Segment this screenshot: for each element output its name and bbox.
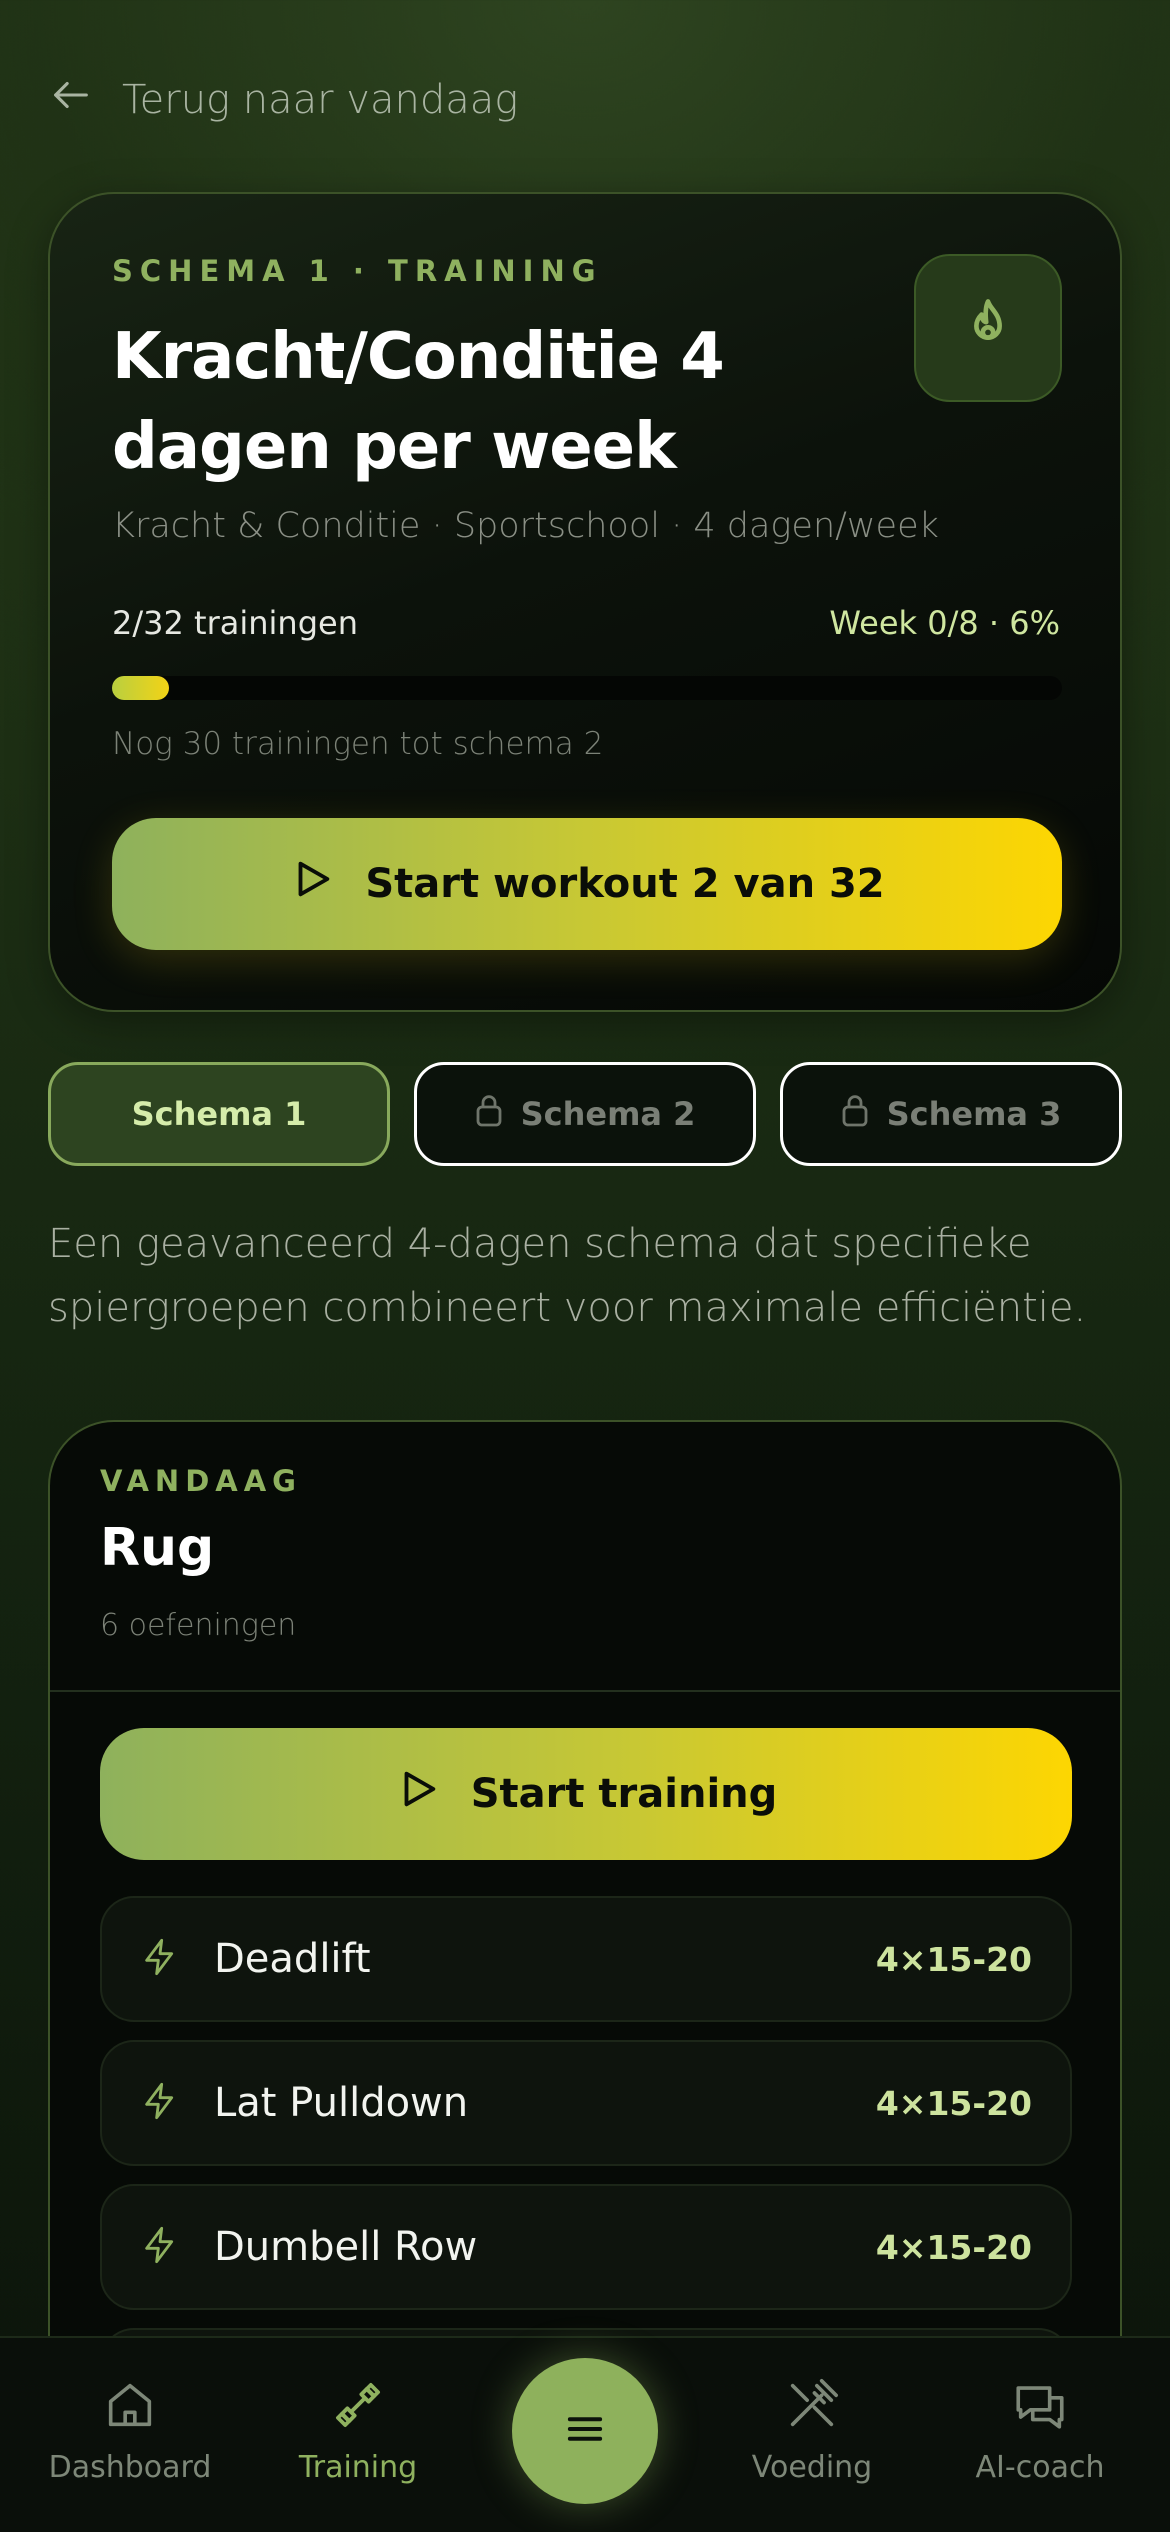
nav-dashboard[interactable]: Dashboard (20, 2376, 240, 2496)
tab-label: Schema 1 (131, 1095, 307, 1133)
menu-icon (559, 2403, 611, 2459)
exercise-name: Dumbell Row (214, 2224, 478, 2270)
bottom-navigation: Dashboard Training Voeding AI-coach (0, 2336, 1170, 2532)
progress-bar (112, 676, 1062, 700)
exercise-count: 6 oefeningen (100, 1608, 297, 1643)
schema-tabs: Schema 1 Schema 2 Schema 3 (48, 1062, 1122, 1166)
start-workout-button[interactable]: Start workout 2 van 32 (112, 818, 1062, 950)
lock-icon (841, 1093, 869, 1135)
program-subtitle: Kracht & Conditie · Sportschool · 4 dage… (112, 506, 939, 546)
chat-icon (1011, 2376, 1069, 2442)
home-icon (101, 2376, 159, 2442)
exercise-item[interactable]: Lat Pulldown 4×15-20 (100, 2040, 1072, 2166)
progress-bar-fill (112, 676, 169, 700)
today-title: Rug (100, 1518, 215, 1578)
nav-training[interactable]: Training (248, 2376, 468, 2496)
nav-voeding[interactable]: Voeding (702, 2376, 922, 2496)
exercise-item[interactable]: Deadlift 4×15-20 (100, 1896, 1072, 2022)
lightning-icon (140, 1935, 180, 1983)
tab-schema-1[interactable]: Schema 1 (48, 1062, 390, 1166)
exercise-sets: 4×15-20 (875, 1939, 1032, 1979)
back-link-label: Terug naar vandaag (122, 77, 519, 123)
nav-ai-coach[interactable]: AI-coach (930, 2376, 1150, 2496)
arrow-left-icon (48, 72, 94, 128)
progress-week: Week 0/8 · 6% (829, 604, 1060, 642)
exercise-name: Deadlift (214, 1936, 371, 1982)
lightning-icon (140, 2079, 180, 2127)
exercise-sets: 4×15-20 (875, 2083, 1032, 2123)
nav-label: AI-coach (975, 2450, 1105, 2485)
exercise-name: Lat Pulldown (214, 2080, 469, 2126)
program-hero-card: SCHEMA 1 · TRAINING Kracht/Conditie 4 da… (48, 192, 1122, 1012)
progress-count: 2/32 trainingen (112, 604, 358, 642)
tab-schema-2[interactable]: Schema 2 (414, 1062, 756, 1166)
back-to-today-link[interactable]: Terug naar vandaag (48, 70, 518, 130)
exercise-sets: 4×15-20 (875, 2227, 1032, 2267)
play-icon (395, 1766, 441, 1822)
schema-description: Een geavanceerd 4-dagen schema dat speci… (48, 1221, 1087, 1331)
start-training-button[interactable]: Start training (100, 1728, 1072, 1860)
fire-icon (957, 295, 1019, 361)
start-training-label: Start training (470, 1771, 778, 1817)
nav-label: Training (298, 2450, 418, 2485)
nav-label: Dashboard (48, 2450, 212, 2485)
start-workout-label: Start workout 2 van 32 (365, 861, 885, 907)
tab-label: Schema 3 (886, 1095, 1062, 1133)
progress-note: Nog 30 trainingen tot schema 2 (112, 726, 604, 762)
program-title: Kracht/Conditie 4 dagen per week (112, 320, 725, 484)
fork-knife-icon (783, 2376, 841, 2442)
menu-button[interactable] (512, 2358, 658, 2504)
lock-icon (475, 1093, 503, 1135)
tab-label: Schema 2 (520, 1095, 696, 1133)
fire-badge (914, 254, 1062, 402)
tab-schema-3[interactable]: Schema 3 (780, 1062, 1122, 1166)
exercise-item[interactable]: Dumbell Row 4×15-20 (100, 2184, 1072, 2310)
play-icon (289, 856, 335, 912)
dumbbell-icon (329, 2376, 387, 2442)
today-eyebrow: VANDAAG (100, 1464, 302, 1498)
lightning-icon (140, 2223, 180, 2271)
program-eyebrow: SCHEMA 1 · TRAINING (112, 254, 603, 288)
divider (50, 1690, 1120, 1692)
nav-label: Voeding (751, 2450, 873, 2485)
